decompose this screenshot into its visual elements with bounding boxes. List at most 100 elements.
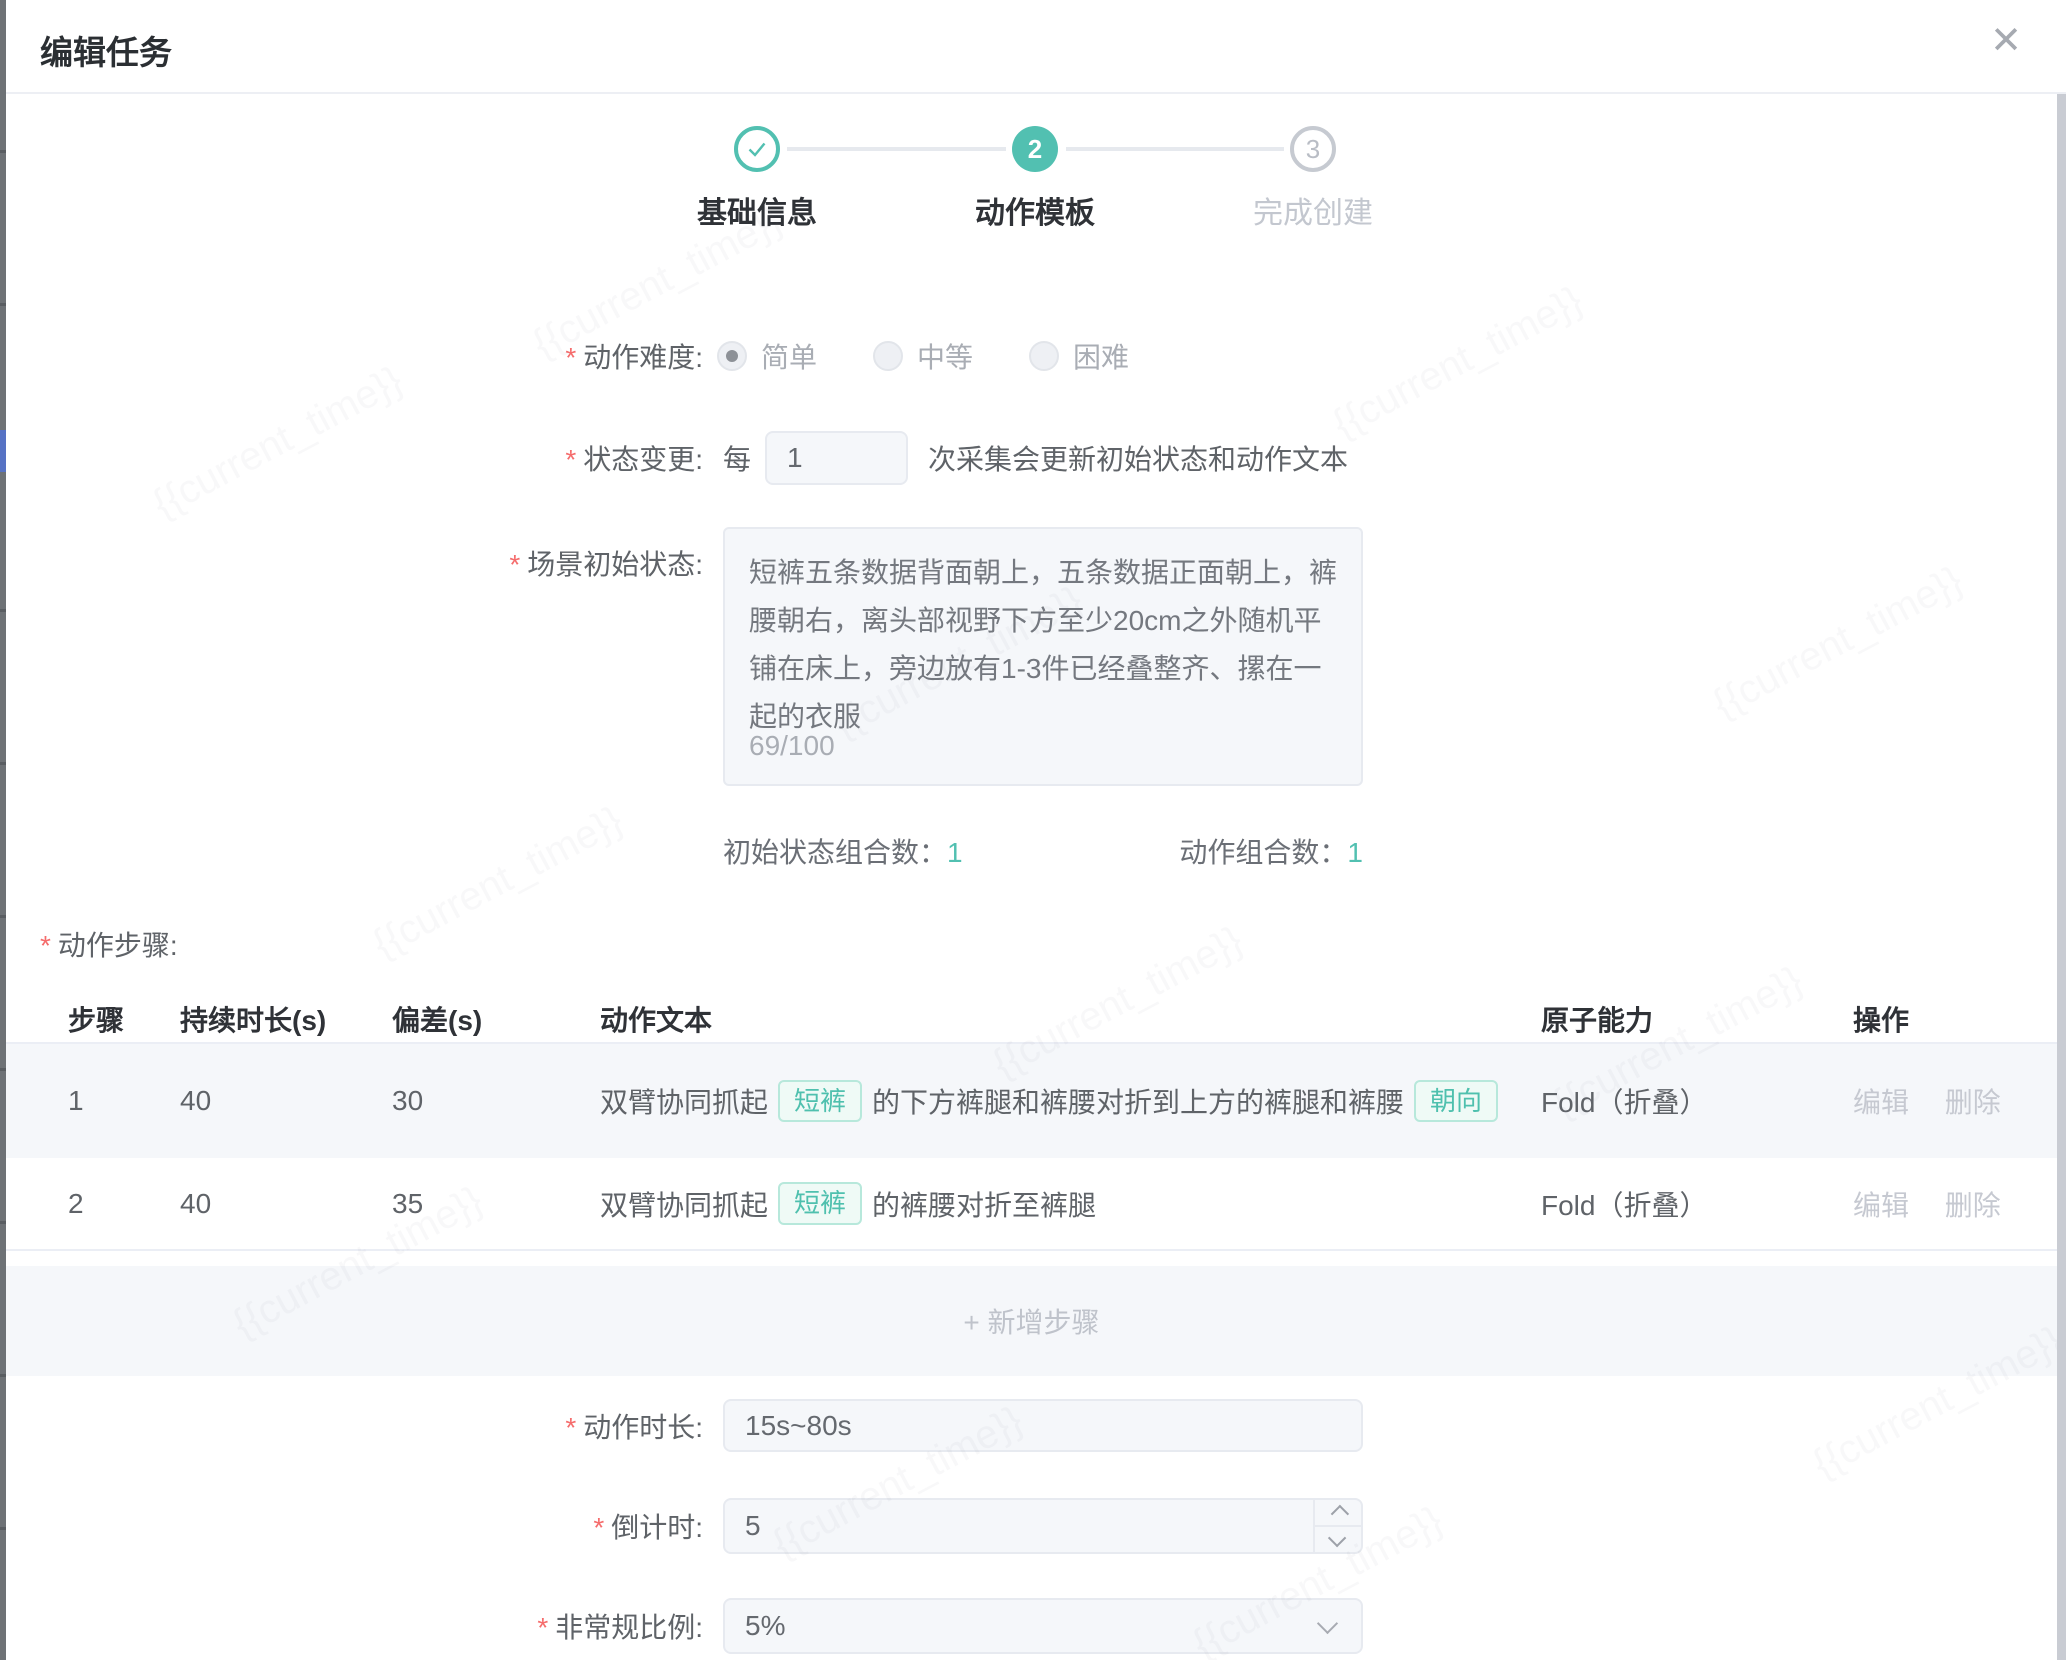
object-tag: 短裤 — [778, 1080, 862, 1123]
edit-link[interactable]: 编辑 — [1853, 1190, 1909, 1221]
page-edge-accent — [0, 430, 6, 472]
required-mark: * — [565, 342, 576, 373]
countdown-label: *倒计时: — [0, 1506, 703, 1546]
initial-state-label: *场景初始状态: — [0, 543, 703, 583]
difficulty-radio-group: 简单 中等 困难 — [717, 333, 1129, 379]
cell-ability: Fold（折叠） — [1541, 1184, 1853, 1224]
col-step: 步骤 — [68, 999, 180, 1039]
increase-button[interactable] — [1315, 1500, 1361, 1525]
cell-step: 2 — [68, 1188, 180, 1220]
step-done-circle — [734, 126, 780, 172]
step-active-circle: 2 — [1012, 126, 1058, 172]
action-combo-count: 动作组合数：1 — [1179, 831, 1363, 871]
char-counter: 69/100 — [749, 722, 835, 770]
delete-link[interactable]: 删除 — [1945, 1087, 2001, 1118]
cell-action-text: 双臂协同抓起 短裤 的裤腰对折至裤腿 — [600, 1182, 1541, 1225]
col-operation: 操作 — [1853, 999, 2057, 1039]
unusual-ratio-label: *非常规比例: — [0, 1606, 703, 1646]
delete-link[interactable]: 删除 — [1945, 1190, 2001, 1221]
cell-operations: 编辑 删除 — [1853, 1184, 2057, 1224]
cell-ability: Fold（折叠） — [1541, 1081, 1853, 1121]
required-mark: * — [40, 930, 51, 961]
radio-medium[interactable]: 中等 — [873, 336, 973, 376]
state-change-label: *状态变更: — [0, 438, 703, 478]
cell-action-text: 双臂协同抓起 短裤 的下方裤腿和裤腰对折到上方的裤腿和裤腰 朝向 — [600, 1080, 1541, 1123]
cell-duration: 40 — [180, 1188, 392, 1220]
initial-state-text: 短裤五条数据背面朝上，五条数据正面朝上，裤腰朝右，离头部视野下方至少20cm之外… — [749, 557, 1337, 732]
countdown-input[interactable]: 5 — [723, 1498, 1363, 1554]
table-row: 1 40 30 双臂协同抓起 短裤 的下方裤腿和裤腰对折到上方的裤腿和裤腰 朝向… — [6, 1044, 2057, 1158]
decrease-button[interactable] — [1315, 1525, 1361, 1552]
scrollbar[interactable] — [2057, 94, 2066, 1660]
chevron-up-icon — [1330, 1505, 1348, 1523]
dialog-title: 编辑任务 — [40, 26, 172, 74]
difficulty-row: *动作难度: 简单 中等 困难 — [0, 333, 2066, 379]
step-pending-circle: 3 — [1290, 126, 1336, 172]
initial-state-textarea[interactable]: 短裤五条数据背面朝上，五条数据正面朝上，裤腰朝右，离头部视野下方至少20cm之外… — [723, 527, 1363, 786]
chevron-down-icon — [1327, 1529, 1345, 1547]
action-duration-input[interactable]: 15s~80s — [723, 1399, 1363, 1452]
unusual-ratio-select[interactable]: 5% — [723, 1598, 1363, 1654]
step-basic-info[interactable]: 基础信息 — [618, 126, 896, 232]
radio-simple[interactable]: 简单 — [717, 336, 817, 376]
initial-state-row: *场景初始状态: 短裤五条数据背面朝上，五条数据正面朝上，裤腰朝右，离头部视野下… — [0, 527, 2066, 786]
required-mark: * — [509, 549, 520, 580]
step-label: 动作模板 — [896, 188, 1174, 232]
col-duration: 持续时长(s) — [180, 999, 392, 1039]
cell-step: 1 — [68, 1085, 180, 1117]
close-icon[interactable]: ✕ — [1990, 22, 2022, 60]
add-step-button[interactable]: + 新增步骤 — [6, 1266, 2057, 1376]
countdown-row: *倒计时: 5 — [0, 1498, 2066, 1554]
cell-operations: 编辑 删除 — [1853, 1081, 2057, 1121]
cell-duration: 40 — [180, 1085, 392, 1117]
table-row: 2 40 35 双臂协同抓起 短裤 的裤腰对折至裤腿 Fold（折叠） 编辑 删… — [6, 1158, 2057, 1251]
page-edge-strip — [0, 0, 6, 1660]
radio-label: 困难 — [1073, 336, 1129, 376]
number-stepper — [1313, 1500, 1361, 1552]
unusual-ratio-value: 5% — [745, 1610, 785, 1642]
object-tag: 短裤 — [778, 1182, 862, 1225]
step-label: 基础信息 — [618, 188, 896, 232]
state-change-prefix: 每 — [723, 438, 751, 478]
steps-table-header: 步骤 持续时长(s) 偏差(s) 动作文本 原子能力 操作 — [6, 995, 2057, 1044]
radio-icon — [1029, 341, 1059, 371]
step-label: 完成创建 — [1174, 188, 1452, 232]
required-mark: * — [565, 1412, 576, 1443]
cell-deviation: 30 — [392, 1085, 600, 1117]
difficulty-label: *动作难度: — [0, 336, 703, 376]
countdown-value: 5 — [745, 1510, 761, 1542]
combo-counts-row: 初始状态组合数：1 动作组合数：1 — [0, 831, 2066, 863]
col-action-text: 动作文本 — [600, 999, 1541, 1039]
state-change-row: *状态变更: 每 1 次采集会更新初始状态和动作文本 — [0, 431, 2066, 485]
state-change-suffix: 次采集会更新初始状态和动作文本 — [928, 438, 1348, 478]
edit-link[interactable]: 编辑 — [1853, 1087, 1909, 1118]
required-mark: * — [537, 1612, 548, 1643]
action-steps-label: *动作步骤: — [40, 924, 178, 964]
radio-hard[interactable]: 困难 — [1029, 336, 1129, 376]
action-duration-label: *动作时长: — [0, 1406, 703, 1446]
step-complete-creation[interactable]: 3 完成创建 — [1174, 126, 1452, 232]
step-action-template[interactable]: 2 动作模板 — [896, 126, 1174, 232]
radio-label: 中等 — [917, 336, 973, 376]
stepper: 基础信息 2 动作模板 3 完成创建 — [618, 126, 1453, 236]
cell-deviation: 35 — [392, 1188, 600, 1220]
orientation-tag: 朝向 — [1414, 1080, 1498, 1123]
required-mark: * — [565, 444, 576, 475]
radio-selected-icon — [717, 341, 747, 371]
dialog-header: 编辑任务 ✕ — [6, 0, 2066, 94]
unusual-ratio-row: *非常规比例: 5% — [0, 1598, 2066, 1654]
combo-counts: 初始状态组合数：1 动作组合数：1 — [723, 831, 1363, 871]
chevron-down-icon — [1317, 1613, 1338, 1634]
required-mark: * — [593, 1512, 604, 1543]
col-ability: 原子能力 — [1541, 999, 1853, 1039]
edit-task-dialog: {{current_time}}{{current_time}}{{curren… — [0, 0, 2066, 1660]
state-change-input[interactable]: 1 — [765, 431, 908, 485]
initial-combo-value: 1 — [947, 837, 963, 868]
state-change-control: 每 1 次采集会更新初始状态和动作文本 — [723, 431, 1348, 485]
col-deviation: 偏差(s) — [392, 999, 600, 1039]
radio-label: 简单 — [761, 336, 817, 376]
radio-icon — [873, 341, 903, 371]
initial-combo-count: 初始状态组合数：1 — [723, 831, 963, 871]
action-combo-value: 1 — [1347, 837, 1363, 868]
check-icon — [745, 137, 769, 161]
